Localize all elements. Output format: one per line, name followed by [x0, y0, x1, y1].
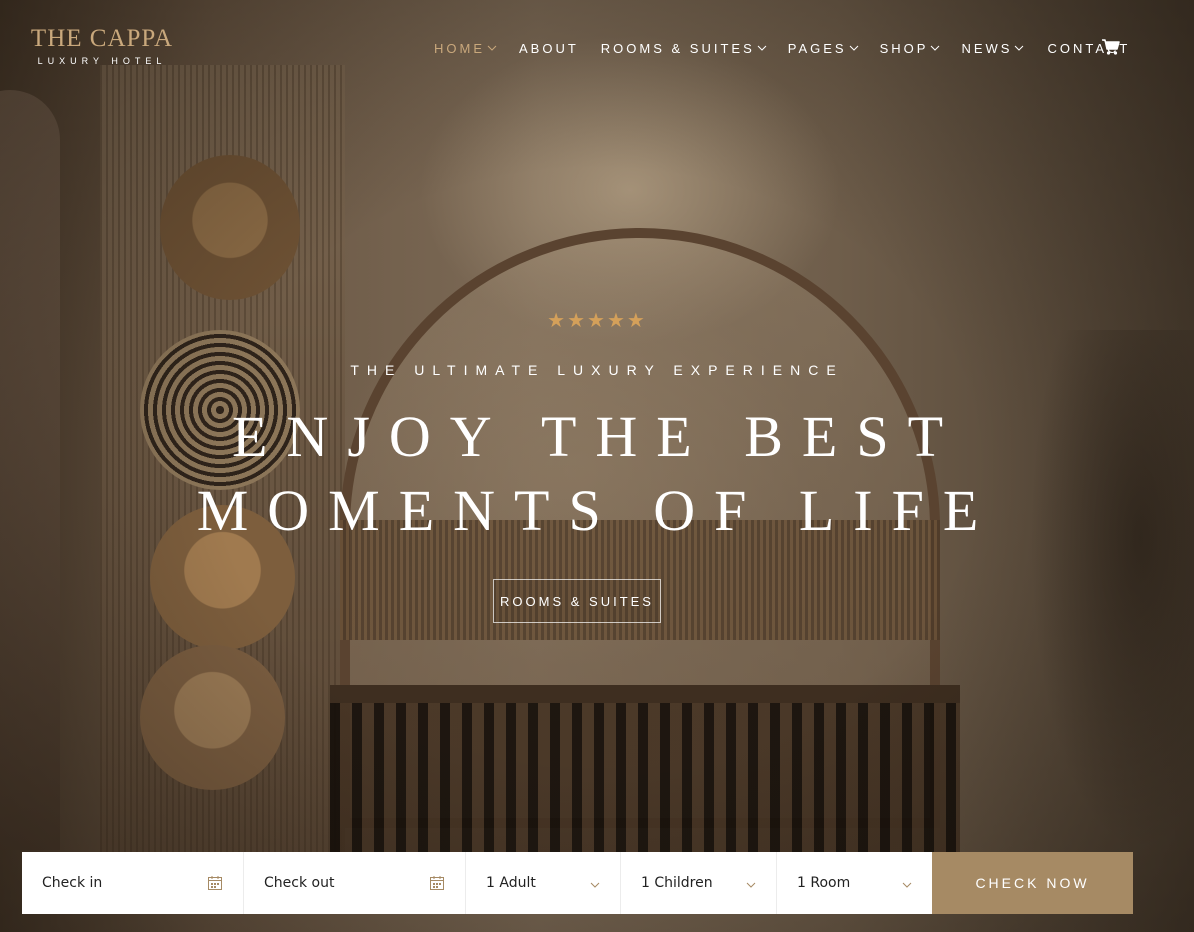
calendar-icon [429, 875, 445, 891]
nav-item-label: PAGES [787, 40, 847, 56]
hero-headline-line-1: ENJOY THE BEST [232, 404, 962, 469]
hero-tagline: THE ULTIMATE LUXURY EXPERIENCE [350, 362, 844, 378]
nav-item-label: ABOUT [519, 40, 579, 56]
chevron-down-icon [590, 878, 600, 888]
check-out-field[interactable]: Check out [244, 852, 466, 914]
nav-item-rooms-suites[interactable]: ROOMS & SUITES [601, 41, 768, 56]
nav-item-pages[interactable]: PAGES [788, 41, 860, 56]
check-in-label: Check in [42, 875, 103, 891]
nav-item-home[interactable]: HOME [434, 41, 498, 56]
children-select[interactable]: 1 Children [621, 852, 777, 914]
brand-subtitle: LUXURY HOTEL [37, 56, 167, 66]
chevron-down-icon [902, 878, 912, 888]
calendar-icon [207, 875, 223, 891]
rooms-suites-button[interactable]: ROOMS & SUITES [493, 579, 661, 623]
check-now-button[interactable]: CHECK NOW [932, 852, 1133, 914]
nav-item-label: HOME [434, 40, 485, 56]
chevron-down-icon [848, 42, 860, 54]
chevron-down-icon [746, 878, 756, 888]
nav-item-about[interactable]: ABOUT [519, 41, 579, 56]
cart-icon[interactable] [1101, 37, 1121, 57]
nav-item-shop[interactable]: SHOP [880, 41, 942, 56]
chevron-down-icon [929, 42, 941, 54]
check-out-label: Check out [264, 875, 335, 891]
nav-item-label: SHOP [879, 40, 929, 56]
rooms-select[interactable]: 1 Room [777, 852, 932, 914]
nav-item-label: ROOMS & SUITES [600, 40, 755, 56]
adults-value: 1 Adult [486, 875, 536, 891]
main-nav: HOME ABOUT ROOMS & SUITES PAGES SHOP NEW… [434, 38, 1130, 58]
hero-headline: ENJOY THE BEST MOMENTS OF LIFE [0, 400, 1194, 548]
brand-name: THE CAPPA [30, 25, 174, 52]
children-value: 1 Children [641, 875, 713, 891]
nav-item-label: NEWS [961, 40, 1013, 56]
rooms-value: 1 Room [797, 875, 851, 891]
nav-item-news[interactable]: NEWS [961, 41, 1025, 56]
adults-select[interactable]: 1 Adult [466, 852, 621, 914]
brand-logo[interactable]: THE CAPPA LUXURY HOTEL [22, 25, 182, 67]
star-rating: ★★★★★ [547, 308, 647, 332]
chevron-down-icon [756, 42, 768, 54]
hero-headline-line-2: MOMENTS OF LIFE [196, 478, 998, 543]
chevron-down-icon [1013, 42, 1025, 54]
booking-form: Check in Check out 1 Adult 1 Children 1 … [22, 852, 1133, 914]
check-in-field[interactable]: Check in [22, 852, 244, 914]
chevron-down-icon [486, 42, 498, 54]
